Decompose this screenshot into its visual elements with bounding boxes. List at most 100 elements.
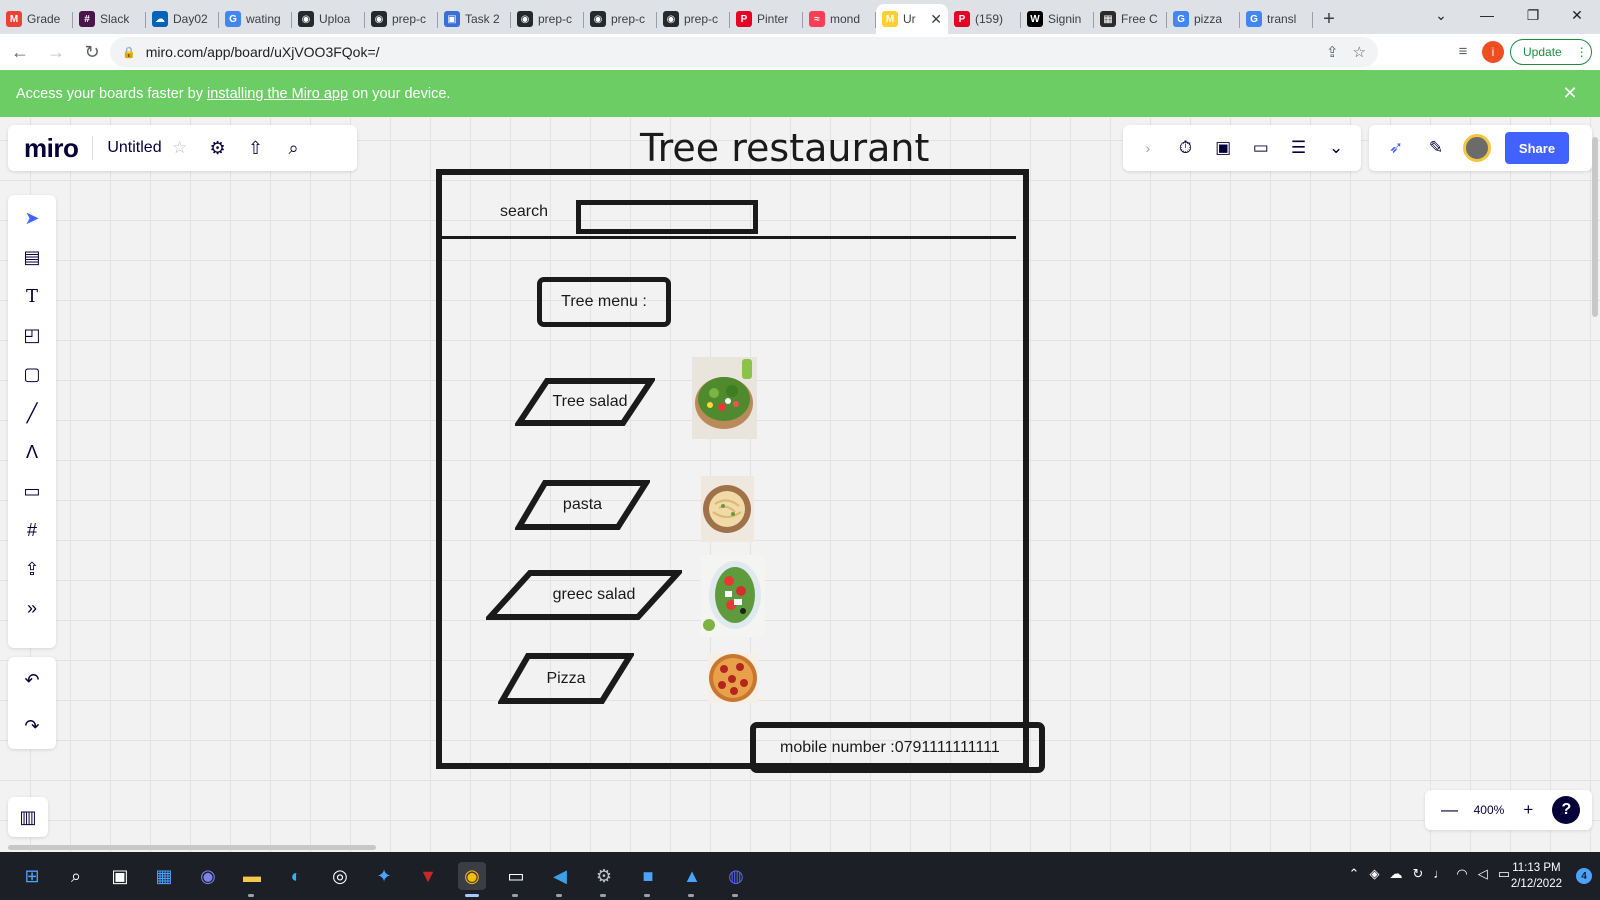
browser-tab[interactable]: ▦ Free C: [1094, 4, 1167, 34]
tray-overflow-icon[interactable]: ⌃: [1349, 866, 1360, 882]
volume-icon[interactable]: ◁: [1478, 866, 1488, 882]
wireframe-mobile-number[interactable]: mobile number :0791111111111: [750, 722, 1045, 773]
templates-icon[interactable]: ▤: [17, 244, 47, 270]
help-icon[interactable]: ?: [1552, 796, 1581, 824]
browser-tab[interactable]: Gpizza: [1167, 4, 1240, 34]
onedrive-tray-icon[interactable]: ☁: [1389, 866, 1402, 882]
microphone-icon[interactable]: ♩: [1433, 866, 1446, 882]
terminal-icon[interactable]: ▭: [502, 862, 530, 890]
undo-icon[interactable]: ↶: [17, 667, 47, 693]
taskbar-search-icon[interactable]: ⌕: [62, 862, 90, 890]
select-icon[interactable]: ➤: [17, 205, 47, 231]
browser-tab[interactable]: M Ur ✕: [876, 4, 948, 34]
user-avatar[interactable]: [1463, 134, 1491, 162]
comment-icon[interactable]: ▭: [17, 478, 47, 504]
browser-tab[interactable]: P (159): [948, 4, 1021, 34]
bookmark-star-icon[interactable]: ☆: [1353, 43, 1366, 61]
star-icon[interactable]: ☆: [166, 134, 194, 162]
zoom-app-icon[interactable]: ■: [634, 862, 662, 890]
browser-tab[interactable]: ◉ Uploa: [292, 4, 365, 34]
frame-icon[interactable]: #: [17, 517, 47, 543]
salad-image[interactable]: [692, 357, 757, 439]
redo-icon[interactable]: ↷: [17, 713, 47, 739]
pizza-image[interactable]: [708, 653, 758, 703]
clock[interactable]: 11:13 PM 2/12/2022: [1511, 860, 1562, 892]
chrome-icon[interactable]: ◉: [458, 862, 486, 890]
wireframe-search-label[interactable]: search: [500, 203, 548, 221]
search-icon[interactable]: ⌕: [280, 134, 308, 162]
chevron-down-icon[interactable]: ⌄: [1323, 135, 1349, 161]
github-desktop-icon[interactable]: ◎: [326, 862, 354, 890]
url-input[interactable]: 🔒 miro.com/app/board/uXjVOO3FQok=/ ⇪ ☆: [110, 37, 1378, 67]
restore-button[interactable]: ❐: [1510, 0, 1556, 30]
notes-icon[interactable]: ☰: [1285, 135, 1311, 161]
settings-icon[interactable]: ⚙: [204, 134, 232, 162]
vscode-icon[interactable]: ◀: [546, 862, 574, 890]
browser-tab[interactable]: ≈ mond: [803, 4, 876, 34]
windows-start-icon[interactable]: ⊞: [18, 862, 46, 890]
notification-badge[interactable]: 4: [1576, 868, 1592, 884]
greek-salad-image[interactable]: [701, 555, 765, 637]
browser-tab[interactable]: ◉ prep-c: [657, 4, 730, 34]
wifi-icon[interactable]: ◠: [1456, 866, 1467, 882]
cursor-filter-icon[interactable]: ➶: [1383, 135, 1409, 161]
banner-close-icon[interactable]: ✕: [1560, 83, 1580, 103]
vertical-scrollbar[interactable]: [1592, 137, 1598, 317]
file-explorer-icon[interactable]: ▬: [238, 862, 266, 890]
edge-icon[interactable]: ◐: [282, 862, 310, 890]
menu-item-shape[interactable]: greec salad: [486, 569, 682, 621]
pasta-image[interactable]: [701, 476, 754, 542]
wireframe-title[interactable]: Tree restaurant: [640, 126, 929, 170]
text-icon[interactable]: T: [17, 283, 47, 309]
share-button[interactable]: Share: [1505, 132, 1569, 164]
menu-item-shape[interactable]: Tree salad: [515, 377, 655, 427]
browser-tab[interactable]: # Slack: [73, 4, 146, 34]
share-page-icon[interactable]: ⇪: [1326, 43, 1339, 61]
board-canvas[interactable]: Tree restaurant search Tree menu : Tree …: [0, 117, 1600, 852]
menu-item-shape[interactable]: Pizza: [498, 652, 634, 705]
wireframe-divider[interactable]: [440, 236, 1016, 239]
photos-icon[interactable]: ▲: [678, 862, 706, 890]
browser-tab[interactable]: P Pinter: [730, 4, 803, 34]
profile-avatar[interactable]: i: [1482, 41, 1504, 63]
chevron-right-icon[interactable]: ›: [1135, 135, 1161, 161]
celebrate-icon[interactable]: ✎: [1423, 135, 1449, 161]
zoom-in-icon[interactable]: +: [1515, 797, 1541, 823]
browser-tab[interactable]: M Grade: [0, 4, 73, 34]
menu-item-shape[interactable]: pasta: [515, 479, 650, 531]
wireframe-search-box[interactable]: [576, 200, 758, 234]
settings-app-icon[interactable]: ⚙: [590, 862, 618, 890]
board-name[interactable]: Untitled: [107, 139, 161, 157]
sync-icon[interactable]: ↻: [1412, 866, 1423, 882]
back-button[interactable]: ←: [4, 36, 36, 68]
browser-tab[interactable]: ◉ prep-c: [511, 4, 584, 34]
battery-icon[interactable]: ▭: [1498, 866, 1510, 882]
browser-tab[interactable]: Gtransl: [1240, 4, 1313, 34]
widgets-icon[interactable]: ▦: [150, 862, 178, 890]
timer-icon[interactable]: ⏱: [1172, 135, 1198, 161]
zoom-out-icon[interactable]: —: [1437, 797, 1463, 823]
browser-tab[interactable]: W Signin: [1021, 4, 1094, 34]
mcafee-icon[interactable]: ▼: [414, 862, 442, 890]
close-tab-icon[interactable]: ✕: [930, 11, 942, 28]
teams-chat-icon[interactable]: ◉: [194, 862, 222, 890]
video-chat-icon[interactable]: ▣: [1210, 135, 1236, 161]
new-tab-button[interactable]: +: [1313, 4, 1345, 34]
reload-button[interactable]: ↻: [76, 36, 108, 68]
shape-icon[interactable]: ▢: [17, 361, 47, 387]
kebab-menu-icon[interactable]: ⋮: [1576, 45, 1588, 59]
zoom-level[interactable]: 400%: [1474, 803, 1505, 817]
tab-search-icon[interactable]: ⌄: [1418, 0, 1464, 30]
browser-tab[interactable]: Gwating: [219, 4, 292, 34]
discord-icon[interactable]: ◍: [722, 862, 750, 890]
python-icon[interactable]: ✦: [370, 862, 398, 890]
security-icon[interactable]: ◈: [1369, 866, 1379, 882]
browser-tab[interactable]: ◉ prep-c: [584, 4, 657, 34]
presentation-icon[interactable]: ▭: [1248, 135, 1274, 161]
forward-button[interactable]: →: [40, 36, 72, 68]
browser-tab[interactable]: ◉ prep-c: [365, 4, 438, 34]
frames-panel-icon[interactable]: ▥: [8, 797, 48, 837]
upload-icon[interactable]: ⇪: [17, 556, 47, 582]
install-app-link[interactable]: installing the Miro app: [207, 86, 348, 102]
miro-logo[interactable]: miro: [24, 133, 79, 164]
